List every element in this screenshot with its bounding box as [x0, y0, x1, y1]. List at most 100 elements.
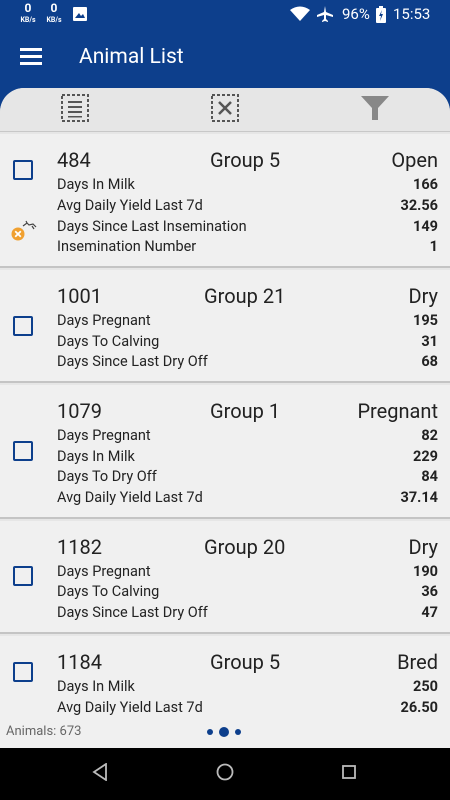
animal-card-1001[interactable]: 1001 Group 21 Dry Days Pregnant 195 Days… [0, 270, 450, 383]
home-icon [216, 763, 234, 785]
animal-status: Pregnant [357, 399, 438, 423]
back-icon [92, 762, 108, 785]
metric-label: Days In Milk [57, 448, 135, 465]
select-checkbox[interactable] [13, 566, 33, 586]
select-all-icon [60, 93, 90, 127]
deselect-icon [210, 93, 240, 127]
wifi-icon [290, 6, 310, 26]
page-indicator [207, 727, 241, 737]
animal-group: Group 21 [204, 284, 286, 308]
select-checkbox[interactable] [13, 441, 33, 461]
metric-row: Days Since Last Insemination 149 [57, 218, 438, 238]
animal-id: 1184 [57, 650, 102, 674]
select-checkbox[interactable] [13, 316, 33, 336]
battery-percent: 96% [342, 5, 370, 23]
network-speed-2-unit: KB/s [46, 16, 62, 24]
page-dot[interactable] [207, 729, 213, 735]
metric-label: Days In Milk [57, 176, 135, 193]
insemination-alert-icon [10, 220, 38, 246]
network-speed-1-value: 0 [24, 1, 32, 15]
metric-label: Days To Dry Off [57, 468, 157, 485]
animal-title-row: 1184 Group 5 Bred [57, 650, 438, 676]
page-dot[interactable] [235, 729, 241, 735]
metric-value: 1 [429, 238, 438, 255]
metric-value: 26.50 [400, 699, 438, 716]
metric-row: Days Pregnant 82 [57, 427, 438, 447]
network-speed-2: 0 KB/s [44, 1, 64, 25]
metric-row: Avg Daily Yield Last 7d 37.14 [57, 489, 438, 509]
metric-value: 195 [413, 312, 438, 329]
metric-label: Days Since Last Dry Off [57, 604, 208, 621]
animal-title-row: 484 Group 5 Open [57, 148, 438, 174]
metric-value: 68 [421, 353, 438, 370]
animal-id: 484 [57, 148, 91, 172]
metric-value: 84 [421, 468, 438, 485]
animal-card-484[interactable]: 484 Group 5 Open Days In Milk 166 Avg Da… [0, 134, 450, 268]
animal-group: Group 5 [210, 650, 281, 674]
animal-list-sheet: 484 Group 5 Open Days In Milk 166 Avg Da… [0, 88, 450, 748]
metric-label: Insemination Number [57, 238, 197, 255]
select-checkbox[interactable] [13, 662, 33, 682]
metric-label: Days To Calving [57, 583, 160, 600]
metric-row: Avg Daily Yield Last 7d 26.50 [57, 699, 438, 719]
recents-icon [341, 764, 357, 784]
metric-row: Insemination Number 1 [57, 238, 438, 258]
metric-label: Days To Calving [57, 333, 160, 350]
select-all-button[interactable] [55, 94, 95, 126]
metric-label: Days Pregnant [57, 427, 151, 444]
metric-row: Days To Calving 36 [57, 583, 438, 603]
metric-row: Days To Dry Off 84 [57, 468, 438, 488]
metric-row: Avg Daily Yield Last 7d 32.56 [57, 197, 438, 217]
metric-row: Days In Milk 166 [57, 176, 438, 196]
metric-value: 149 [413, 218, 438, 235]
metric-row: Days In Milk 250 [57, 678, 438, 698]
animal-id: 1079 [57, 399, 102, 423]
metric-row: Days Since Last Dry Off 47 [57, 604, 438, 624]
filter-button[interactable] [355, 94, 395, 126]
page-title: Animal List [79, 45, 184, 69]
filter-icon [360, 94, 390, 126]
network-speed-2-value: 0 [50, 1, 58, 15]
airplane-mode-icon [316, 5, 334, 27]
deselect-all-button[interactable] [205, 94, 245, 126]
network-speed-1-unit: KB/s [20, 16, 36, 24]
animal-group: Group 1 [210, 399, 281, 423]
navigation-bar [0, 748, 450, 800]
animal-card-1182[interactable]: 1182 Group 20 Dry Days Pregnant 190 Days… [0, 521, 450, 634]
back-button[interactable] [88, 762, 112, 786]
animal-status: Dry [408, 284, 438, 308]
image-notification-icon [72, 6, 88, 26]
home-button[interactable] [213, 762, 237, 786]
metric-label: Days Since Last Dry Off [57, 353, 208, 370]
select-checkbox[interactable] [13, 160, 33, 180]
page-dot-active[interactable] [219, 727, 229, 737]
metric-row: Days To Calving 31 [57, 333, 438, 353]
metric-row: Days In Milk 229 [57, 448, 438, 468]
menu-icon[interactable] [20, 48, 42, 66]
metric-label: Avg Daily Yield Last 7d [57, 699, 203, 716]
metric-value: 31 [421, 333, 438, 350]
clock: 15:53 [393, 5, 431, 23]
metric-value: 37.14 [400, 489, 438, 506]
metric-value: 190 [413, 563, 438, 580]
list-toolbar [0, 88, 450, 132]
metric-value: 250 [413, 678, 438, 695]
metric-row: Days Since Last Dry Off 68 [57, 353, 438, 373]
animal-title-row: 1079 Group 1 Pregnant [57, 399, 438, 425]
status-bar: 0 KB/s 0 KB/s 96% 15:53 [0, 0, 450, 28]
metric-value: 82 [421, 427, 438, 444]
animal-title-row: 1001 Group 21 Dry [57, 284, 438, 310]
animal-group: Group 5 [210, 148, 281, 172]
metric-label: Days Pregnant [57, 563, 151, 580]
animal-status: Bred [397, 650, 438, 674]
metric-value: 32.56 [400, 197, 438, 214]
animal-id: 1001 [57, 284, 102, 308]
metric-label: Days Pregnant [57, 312, 151, 329]
animal-status: Dry [408, 535, 438, 559]
animals-count: Animals: 673 [6, 724, 82, 739]
animal-card-1079[interactable]: 1079 Group 1 Pregnant Days Pregnant 82 D… [0, 385, 450, 519]
metric-row: Days Pregnant 190 [57, 563, 438, 583]
metric-value: 166 [413, 176, 438, 193]
recents-button[interactable] [337, 762, 361, 786]
animal-status: Open [391, 148, 438, 172]
